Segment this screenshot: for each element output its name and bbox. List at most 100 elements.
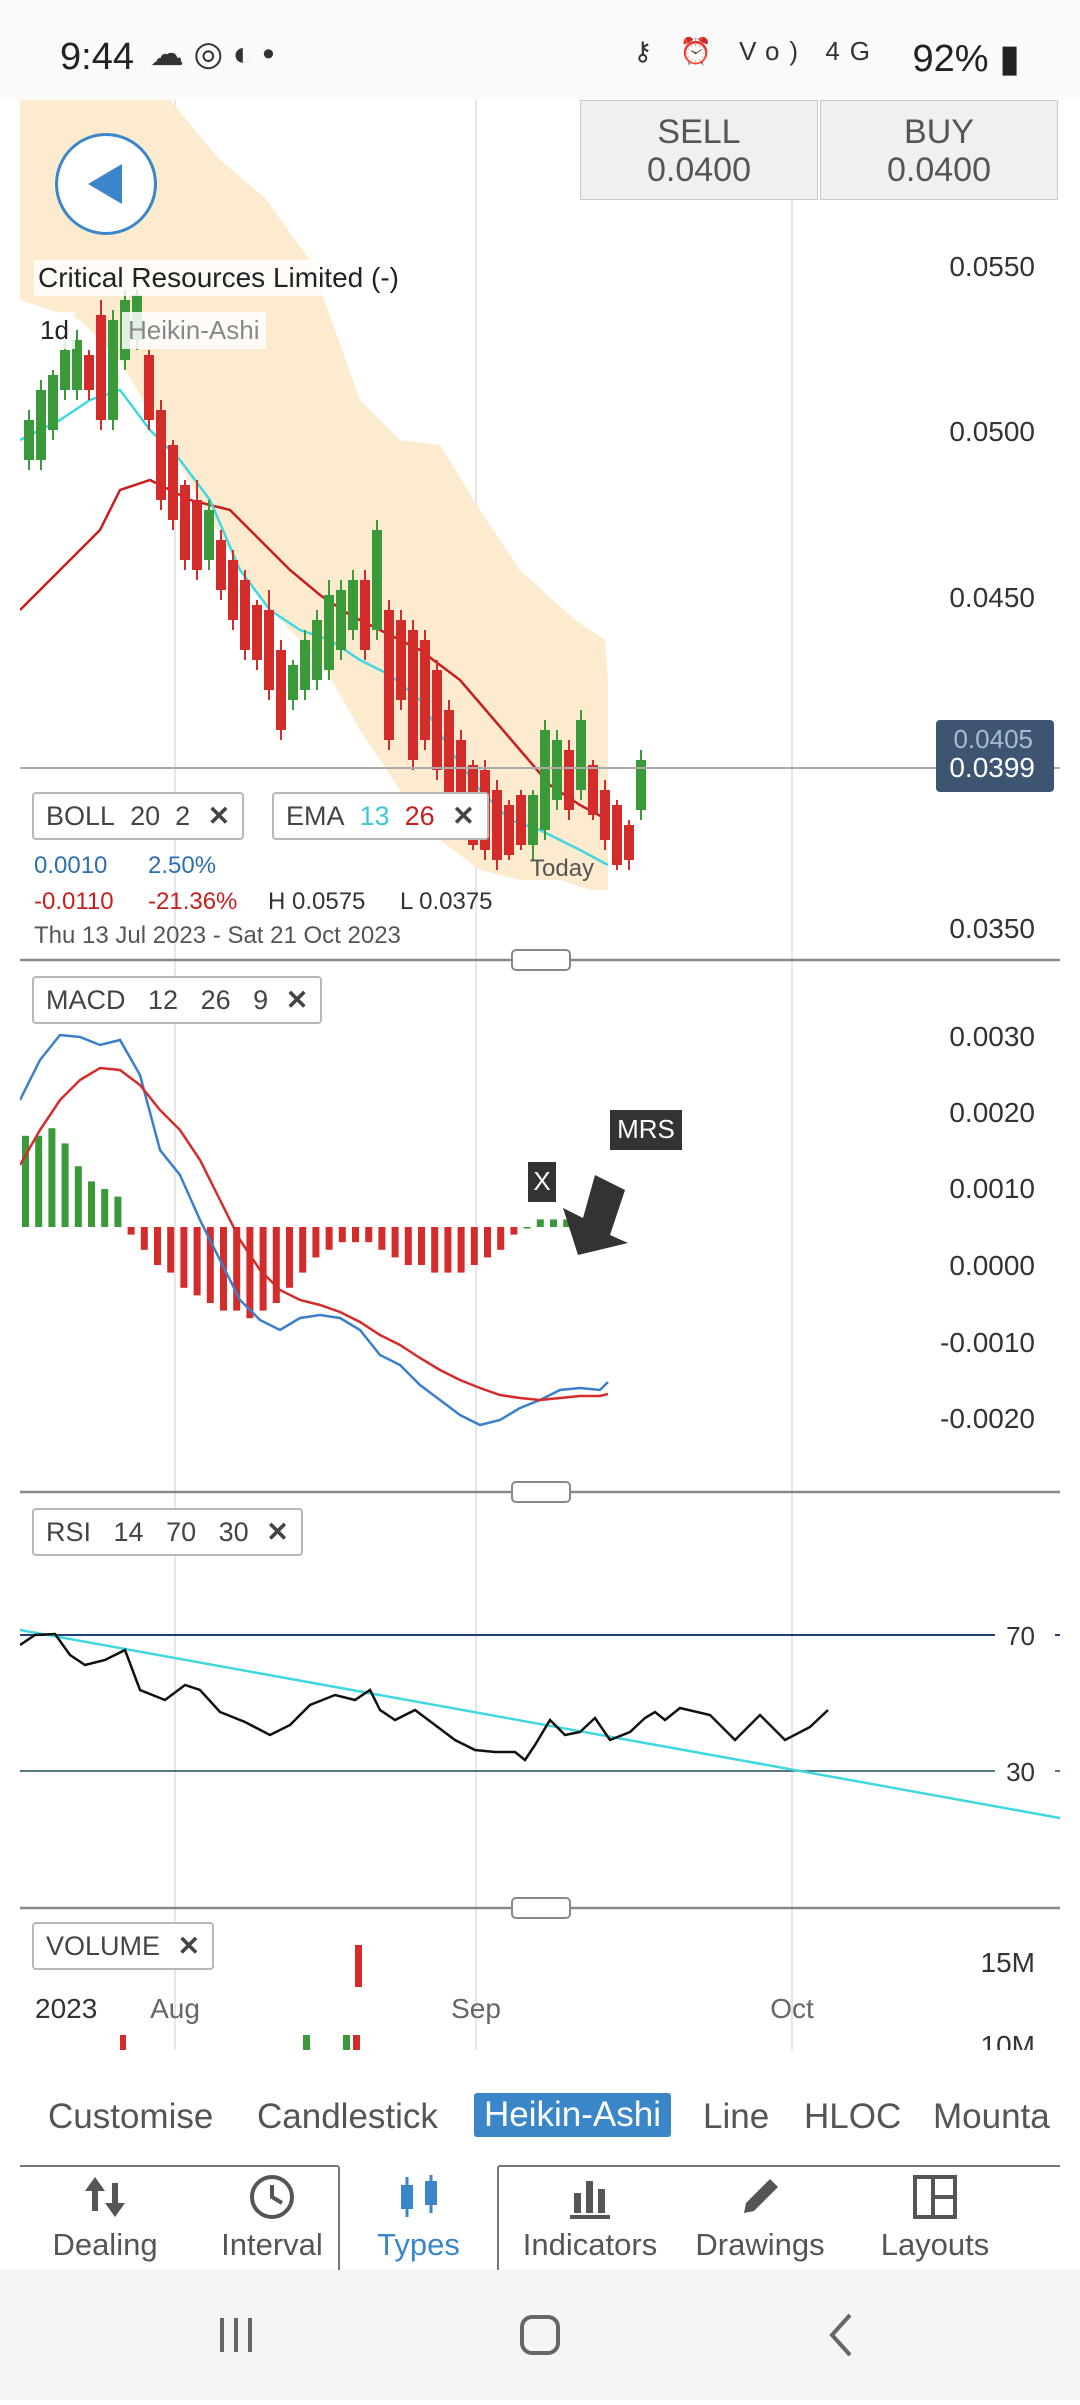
sell-button[interactable]: SELL 0.0400 bbox=[580, 100, 818, 200]
macd-histogram bbox=[22, 1128, 597, 1319]
close-icon[interactable]: ✕ bbox=[266, 1517, 289, 1547]
macd-histogram-bar bbox=[127, 1227, 135, 1235]
rsi-level-low: 30 bbox=[1006, 1757, 1035, 1787]
resize-handle-rsi[interactable] bbox=[511, 1897, 571, 1919]
candle-body bbox=[552, 740, 562, 800]
close-icon[interactable]: ✕ bbox=[178, 1931, 201, 1961]
boll-indicator-box[interactable]: BOLL 20 2 ✕ bbox=[32, 792, 245, 840]
rsi-param-low: 30 bbox=[218, 1517, 249, 1547]
macd-histogram-bar bbox=[61, 1143, 69, 1227]
recent-apps-icon[interactable] bbox=[220, 2318, 252, 2352]
macd-axis-label: -0.0010 bbox=[940, 1327, 1035, 1358]
ema-param-slow: 26 bbox=[404, 801, 435, 831]
arrow-down-icon[interactable] bbox=[563, 1175, 628, 1255]
home-icon[interactable] bbox=[520, 2315, 560, 2355]
bar-chart-icon bbox=[570, 2181, 610, 2219]
candle-body bbox=[192, 500, 202, 570]
tab-candlestick[interactable]: Candlestick bbox=[257, 2097, 438, 2137]
close-icon[interactable]: ✕ bbox=[286, 985, 309, 1015]
candle-body bbox=[564, 750, 574, 810]
volume-indicator-box[interactable]: VOLUME ✕ bbox=[32, 1922, 215, 1970]
macd-axis-label: 0.0030 bbox=[949, 1021, 1035, 1052]
tab-hloc[interactable]: HLOC bbox=[804, 2097, 901, 2137]
candle-body bbox=[24, 420, 34, 460]
back-button[interactable] bbox=[55, 133, 157, 235]
candle-body bbox=[96, 315, 106, 420]
tab-mountain[interactable]: Mounta bbox=[933, 2097, 1050, 2137]
dealing-label: Dealing bbox=[52, 2227, 158, 2262]
resize-handle-price[interactable] bbox=[511, 949, 571, 971]
tab-customise[interactable]: Customise bbox=[48, 2097, 213, 2137]
indicators-label: Indicators bbox=[522, 2227, 658, 2262]
sell-label: SELL bbox=[657, 113, 741, 151]
tab-line[interactable]: Line bbox=[703, 2097, 769, 2137]
resize-handle-macd[interactable] bbox=[511, 1481, 571, 1503]
macd-histogram-bar bbox=[272, 1227, 280, 1303]
candlestick-icon bbox=[400, 2175, 437, 2217]
macd-histogram-bar bbox=[180, 1227, 188, 1288]
boll-name: BOLL bbox=[46, 801, 116, 831]
macd-histogram-bar bbox=[88, 1181, 95, 1227]
volume-bar bbox=[343, 2035, 350, 2050]
x-axis-label-aug: Aug bbox=[150, 1993, 200, 2024]
interval-label: Interval bbox=[221, 2227, 323, 2262]
candle-body bbox=[180, 485, 190, 560]
x-axis-label-year: 2023 bbox=[35, 1993, 97, 2024]
macd-histogram-bar bbox=[338, 1227, 346, 1243]
macd-histogram-bar bbox=[497, 1227, 505, 1250]
candle-body bbox=[168, 445, 178, 520]
boll-param-period: 20 bbox=[130, 801, 161, 831]
drawings-button[interactable]: Drawings bbox=[685, 2167, 835, 2263]
change-value: 0.0010 bbox=[34, 852, 108, 879]
macd-indicator-box[interactable]: MACD 12 26 9 ✕ bbox=[32, 976, 323, 1024]
candle-body bbox=[624, 825, 634, 860]
close-icon[interactable]: ✕ bbox=[452, 801, 475, 831]
macd-histogram-bar bbox=[325, 1227, 333, 1250]
candle-body bbox=[420, 640, 430, 740]
macd-histogram-bar bbox=[48, 1128, 56, 1227]
indicators-button[interactable]: Indicators bbox=[510, 2167, 670, 2263]
status-time: 9:44 bbox=[60, 36, 134, 78]
layouts-label: Layouts bbox=[880, 2227, 990, 2262]
layouts-button[interactable]: Layouts bbox=[860, 2167, 1010, 2263]
macd-param-fast: 12 bbox=[148, 985, 179, 1015]
chart-canvas[interactable]: 0.0550 0.0500 0.0450 0.0350 0.0405 0.039… bbox=[20, 100, 1060, 2050]
chart-type-tabs: Customise Candlestick Heikin-Ashi Line H… bbox=[20, 2085, 1060, 2165]
candle-body bbox=[600, 790, 610, 840]
interval-button[interactable]: Interval bbox=[197, 2167, 347, 2263]
dealing-button[interactable]: Dealing bbox=[30, 2167, 180, 2263]
buy-button[interactable]: BUY 0.0400 bbox=[820, 100, 1058, 200]
price-axis-label: 0.0500 bbox=[949, 416, 1035, 447]
macd-histogram-bar bbox=[114, 1196, 122, 1227]
candle-body bbox=[240, 580, 250, 650]
candle-body bbox=[60, 350, 70, 390]
candle-body bbox=[492, 790, 502, 860]
date-range: Thu 13 Jul 2023 - Sat 21 Oct 2023 bbox=[34, 922, 401, 949]
macd-histogram-bar bbox=[246, 1227, 254, 1319]
tab-heikin-ashi[interactable]: Heikin-Ashi bbox=[474, 2093, 671, 2137]
x-axis-label-sep: Sep bbox=[451, 1993, 501, 2024]
candle-body bbox=[396, 620, 406, 700]
back-nav-icon[interactable] bbox=[829, 2313, 852, 2357]
candle-body bbox=[336, 590, 346, 650]
drawings-label: Drawings bbox=[695, 2227, 825, 2262]
macd-histogram-bar bbox=[154, 1227, 161, 1265]
candle-body bbox=[540, 730, 550, 830]
candle-body bbox=[528, 795, 538, 845]
ema-indicator-box[interactable]: EMA 13 26 ✕ bbox=[272, 792, 489, 840]
candle-body bbox=[108, 320, 118, 420]
candle-body bbox=[360, 580, 370, 650]
macd-histogram-bar bbox=[74, 1166, 82, 1227]
close-icon[interactable]: ✕ bbox=[208, 801, 231, 831]
candle-body bbox=[36, 390, 46, 460]
pencil-icon bbox=[744, 2179, 778, 2213]
volume-axis-label: 10M bbox=[981, 2030, 1035, 2050]
macd-histogram-bar bbox=[484, 1227, 491, 1258]
boll-param-stddev: 2 bbox=[175, 801, 191, 831]
price-axis-label: 0.0450 bbox=[949, 582, 1035, 613]
rsi-indicator-box[interactable]: RSI 14 70 30 ✕ bbox=[32, 1508, 303, 1556]
macd-name: MACD bbox=[46, 985, 126, 1015]
types-button[interactable]: Types bbox=[338, 2165, 499, 2270]
candle-body bbox=[144, 355, 154, 420]
candle-body bbox=[408, 630, 418, 760]
